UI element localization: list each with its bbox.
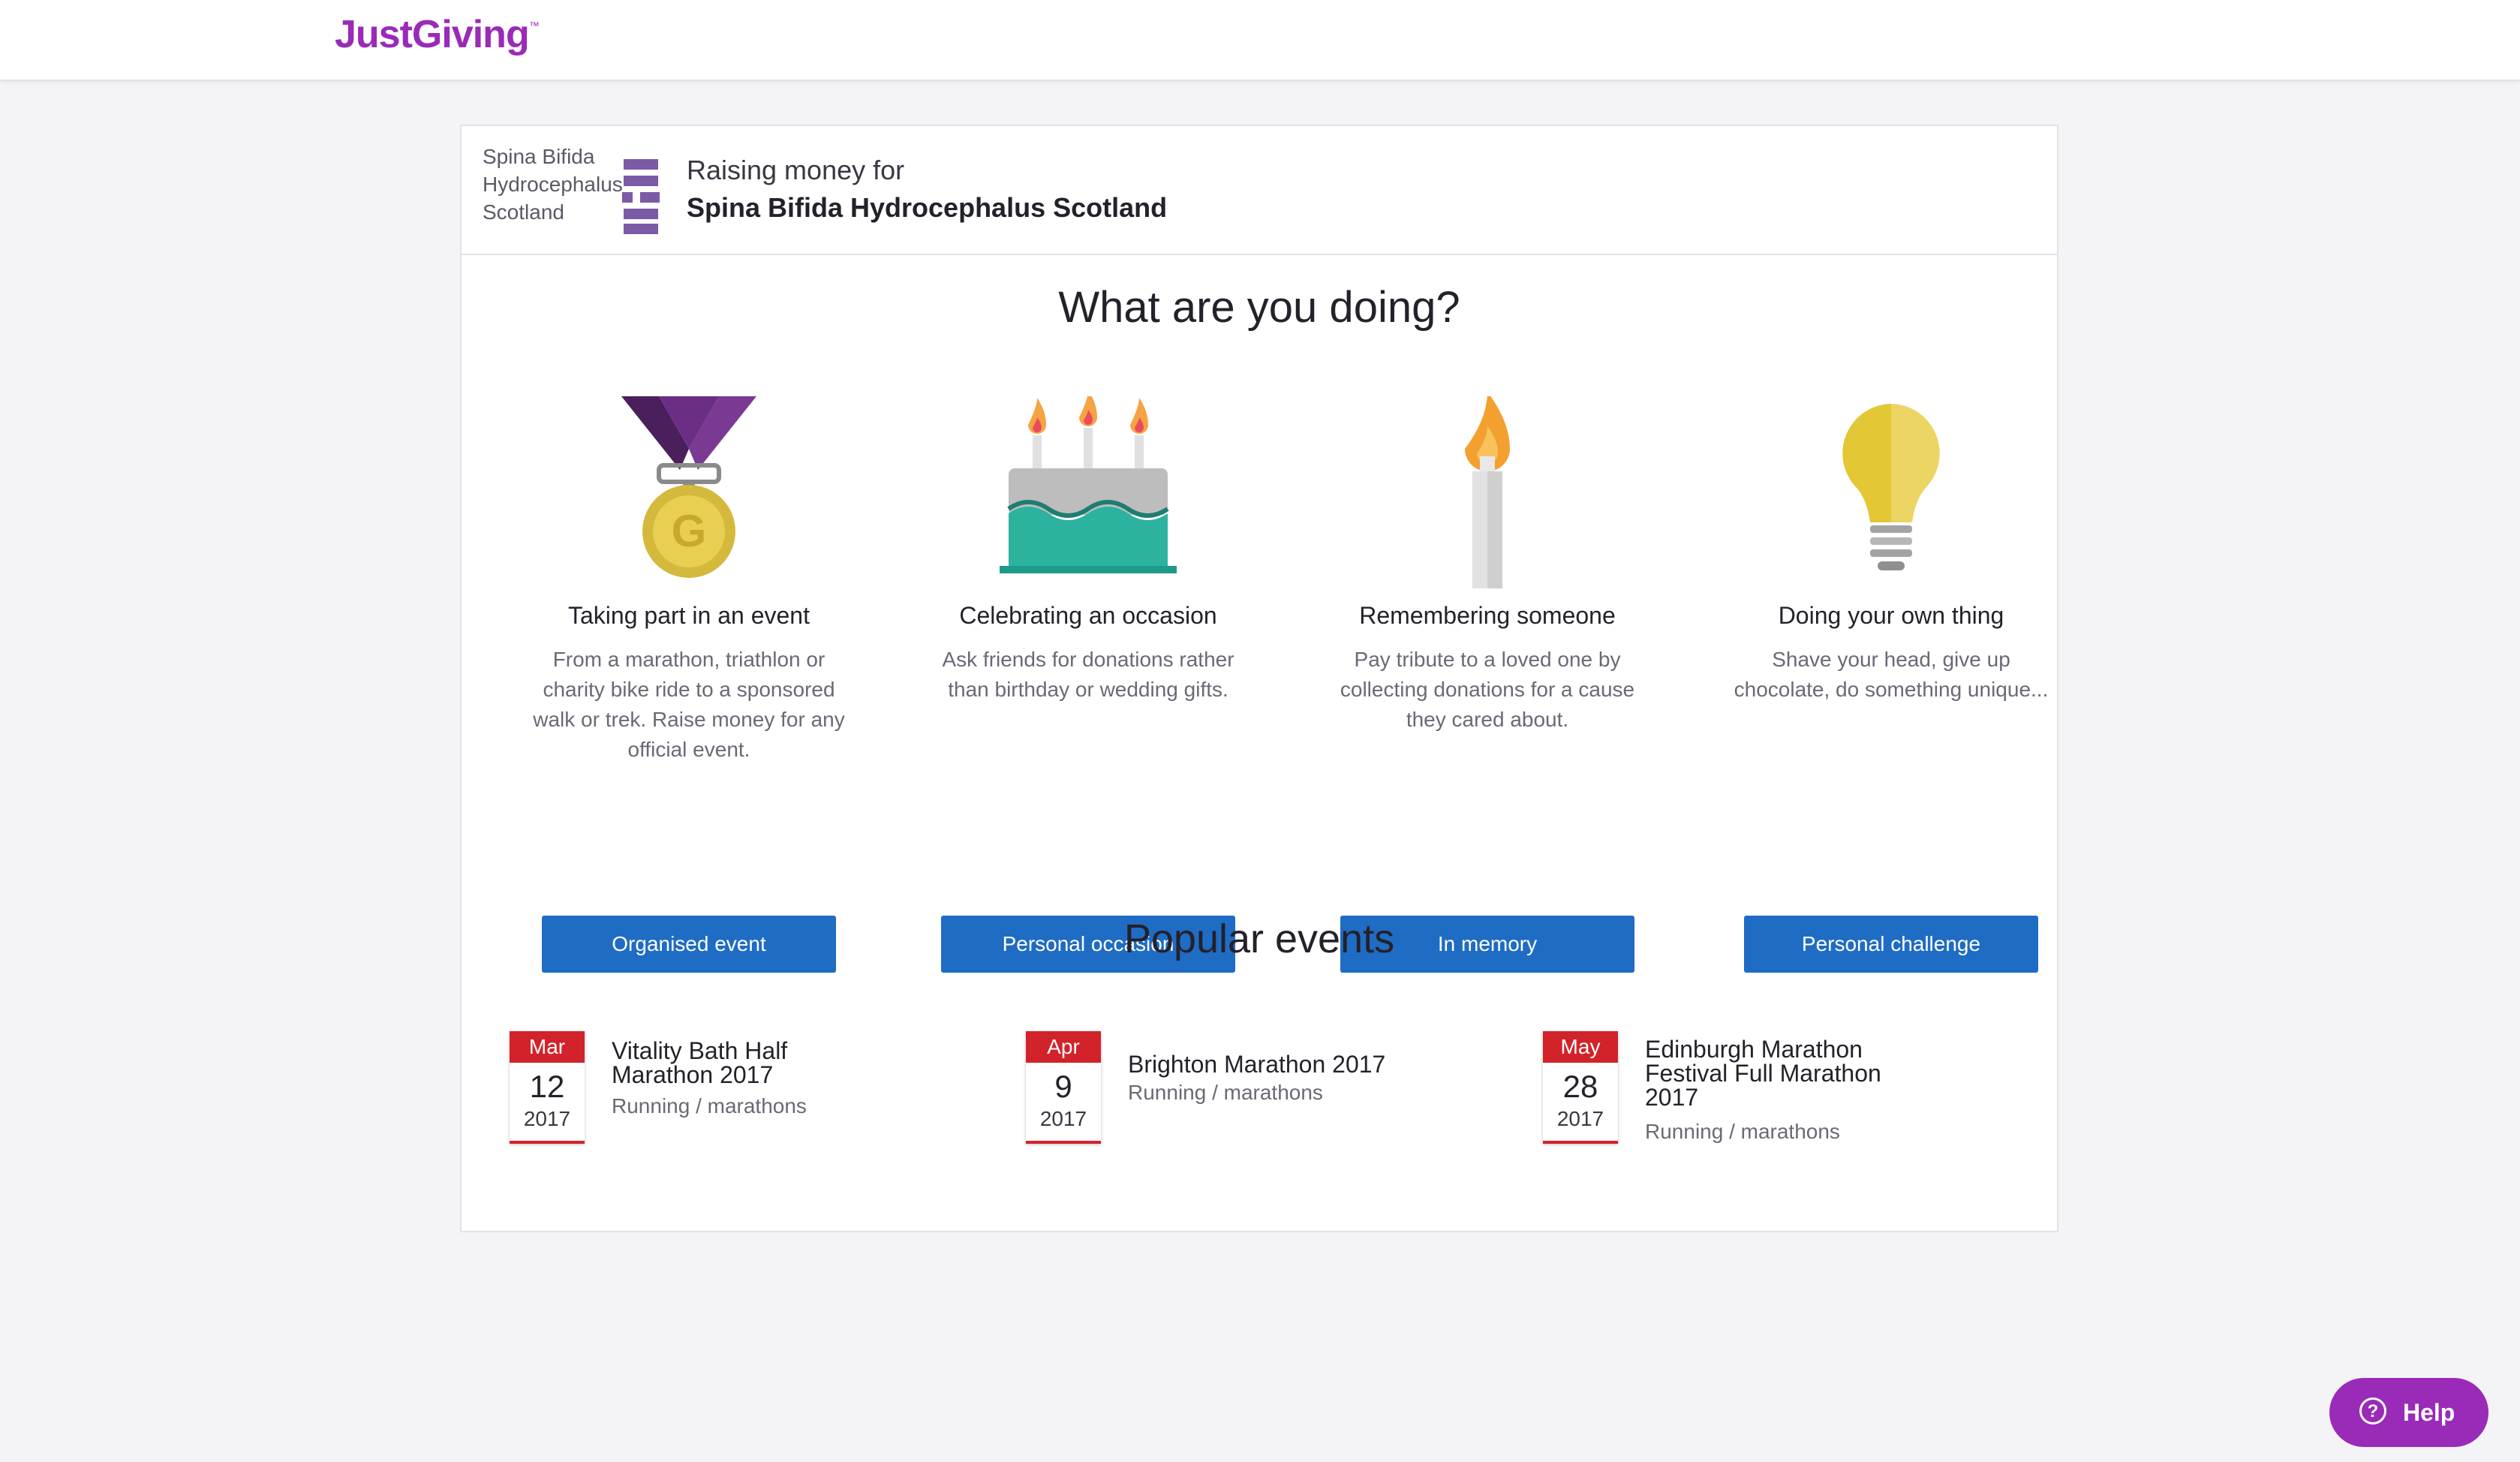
- charity-header: Spina Bifida Hydrocephalus Scotland Rais…: [462, 126, 2057, 255]
- charity-logo-line-1: Spina Bifida: [483, 145, 595, 168]
- page-title: What are you doing?: [1058, 283, 1460, 332]
- option-title: Celebrating an occasion: [959, 602, 1217, 629]
- justgiving-logo[interactable]: JustGiving™: [335, 12, 540, 57]
- raising-money-label: Raising money for: [687, 155, 905, 185]
- option-occasion: Celebrating an occasion Ask friends for …: [916, 390, 1261, 973]
- charity-name[interactable]: Spina Bifida Hydrocephalus Scotland: [687, 192, 1167, 224]
- option-description: Pay tribute to a loved one by collecting…: [1340, 648, 1635, 731]
- event-day: 9: [1054, 1069, 1072, 1104]
- top-navigation-bar: JustGiving™: [0, 0, 2520, 81]
- help-button[interactable]: ? Help: [2329, 1378, 2488, 1447]
- event-name[interactable]: Brighton Marathon 2017: [1128, 1052, 1473, 1076]
- event-year: 2017: [523, 1107, 571, 1130]
- calendar-icon: Mar 12 2017: [510, 1031, 585, 1144]
- option-title: Remembering someone: [1359, 602, 1616, 629]
- event-name[interactable]: Vitality Bath Half Marathon 2017: [612, 1039, 829, 1087]
- event-item[interactable]: Apr 9 2017 Brighton Marathon 2017 Runnin…: [1026, 1031, 1476, 1151]
- event-year: 2017: [1039, 1107, 1087, 1130]
- event-year: 2017: [1556, 1107, 1604, 1130]
- option-title: Doing your own thing: [1778, 602, 2004, 629]
- charity-logo-line-3: Scotland: [483, 200, 564, 224]
- option-description: Ask friends for donations rather than bi…: [942, 648, 1234, 701]
- event-name[interactable]: Edinburgh Marathon Festival Full Maratho…: [1645, 1037, 1900, 1109]
- event-day: 12: [529, 1069, 565, 1104]
- event-day: 28: [1562, 1069, 1598, 1104]
- option-title: Taking part in an event: [568, 602, 810, 629]
- event-item[interactable]: Mar 12 2017 Vitality Bath Half Marathon …: [510, 1031, 960, 1151]
- charity-logo-mark-icon: [622, 159, 660, 234]
- calendar-icon: Apr 9 2017: [1026, 1031, 1101, 1144]
- option-memory: Remembering someone Pay tribute to a lov…: [1315, 392, 1660, 973]
- medal-icon: G: [621, 396, 756, 578]
- page-card: Spina Bifida Hydrocephalus Scotland Rais…: [460, 125, 2058, 1232]
- event-month: Mar: [510, 1031, 585, 1063]
- event-category: Running / marathons: [1645, 1120, 1840, 1143]
- option-description: Shave your head, give up chocolate, do s…: [1734, 648, 2049, 701]
- help-label: Help: [2403, 1399, 2455, 1426]
- option-event: G Taking part in an event From a maratho…: [516, 396, 862, 973]
- popular-events-heading: Popular events: [1123, 916, 1395, 961]
- lightbulb-icon: [1842, 404, 1940, 570]
- birthday-cake-icon: [1000, 390, 1177, 573]
- event-category: Running / marathons: [1128, 1081, 1323, 1104]
- event-category: Running / marathons: [612, 1094, 807, 1118]
- event-item[interactable]: May 28 2017 Edinburgh Marathon Festival …: [1543, 1031, 1993, 1151]
- candle-icon: [1465, 392, 1510, 588]
- calendar-icon: May 28 2017: [1543, 1031, 1618, 1144]
- charity-logo-line-2: Hydrocephalus: [483, 173, 623, 196]
- svg-text:G: G: [672, 506, 707, 556]
- event-month: May: [1543, 1031, 1618, 1063]
- charity-logo: Spina Bifida Hydrocephalus Scotland: [483, 143, 678, 237]
- option-challenge: Doing your own thing Shave your head, gi…: [1719, 396, 2064, 973]
- question-circle-icon: ?: [2359, 1397, 2386, 1424]
- option-description: From a marathon, triathlon or charity bi…: [533, 648, 845, 761]
- event-month: Apr: [1026, 1031, 1101, 1063]
